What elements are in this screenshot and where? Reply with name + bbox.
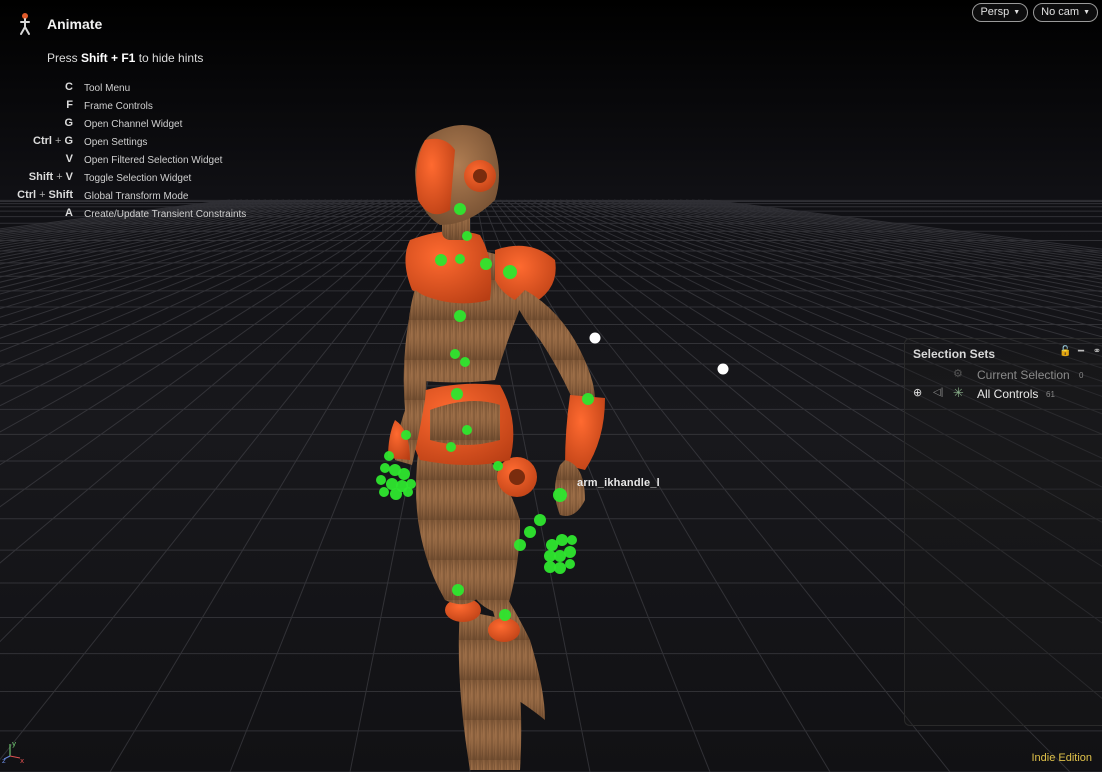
rig-control-point[interactable] xyxy=(398,468,410,480)
axis-gizmo: y x z xyxy=(2,740,24,764)
selection-set-count: 0 xyxy=(1079,371,1084,380)
rig-control-point[interactable] xyxy=(524,526,536,538)
all-controls-icon: ✳ xyxy=(953,385,964,400)
rig-control-point[interactable] xyxy=(454,203,466,215)
rig-control-point[interactable] xyxy=(556,534,568,546)
rig-control-point[interactable] xyxy=(503,265,517,279)
hotkey-key: G xyxy=(64,135,73,147)
hotkey-key: Ctrl xyxy=(33,135,52,147)
rig-control-point[interactable] xyxy=(455,254,465,264)
hotkey-description: Tool Menu xyxy=(84,83,131,94)
rig-control-point[interactable] xyxy=(376,475,386,485)
hotkey-key: V xyxy=(65,171,73,183)
camera-menu-label: No cam xyxy=(1041,6,1080,18)
rig-control-point[interactable] xyxy=(379,487,389,497)
rig-control-point[interactable] xyxy=(462,425,472,435)
selection-set-row-all-controls[interactable]: ⊕ ◁| ✳ All Controls 61 xyxy=(905,385,1102,403)
hotkey-key: F xyxy=(66,99,73,111)
selection-set-count: 61 xyxy=(1046,390,1055,399)
tool-title: Animate xyxy=(47,16,103,32)
hotkey-keys: F xyxy=(0,99,73,111)
ik-handle-label: arm_ikhandle_l xyxy=(577,477,660,489)
rig-control-point[interactable] xyxy=(514,539,526,551)
rig-control-point[interactable] xyxy=(380,463,390,473)
rig-control-point[interactable] xyxy=(403,487,413,497)
rig-control-point[interactable] xyxy=(462,231,472,241)
rig-control-point[interactable] xyxy=(564,546,576,558)
rig-control-point[interactable] xyxy=(565,559,575,569)
link-icon[interactable]: ⚭ xyxy=(1091,346,1102,358)
camera-menu-button[interactable]: No cam ▼ xyxy=(1033,3,1098,22)
hotkey-description: Frame Controls xyxy=(84,101,153,112)
hotkey-key: Shift xyxy=(48,189,73,201)
hotkey-key: C xyxy=(65,81,73,93)
hints-intro: Press Shift + F1 to hide hints xyxy=(47,51,203,65)
hotkey-description: Open Settings xyxy=(84,137,148,148)
axis-x-label: x xyxy=(20,757,24,764)
hotkey-keys: A xyxy=(0,207,73,219)
hotkey-description: Create/Update Transient Constraints xyxy=(84,209,247,220)
hotkey-keys: G xyxy=(0,117,73,129)
hotkey-description: Global Transform Mode xyxy=(84,191,189,202)
selection-sets-title: Selection Sets xyxy=(913,347,996,361)
hotkey-key: V xyxy=(65,153,73,165)
axis-z-label: z xyxy=(2,757,6,764)
lock-icon[interactable]: 🔓 xyxy=(1059,346,1071,358)
selection-set-label: All Controls xyxy=(977,387,1039,401)
rig-control-point[interactable] xyxy=(553,488,567,502)
add-icon[interactable]: ⊕ xyxy=(913,386,922,399)
chevron-down-icon: ▼ xyxy=(1083,8,1090,16)
hotkey-key: A xyxy=(65,207,73,219)
rig-control-point[interactable] xyxy=(567,535,577,545)
selection-sets-toolbar: 🔓 ━ ⚭ xyxy=(1059,346,1102,358)
hotkey-keys: V xyxy=(0,153,73,165)
selection-set-row-current[interactable]: ⚙ Current Selection 0 xyxy=(905,366,1102,384)
hotkey-key: Shift xyxy=(28,171,54,183)
camera-controls: Persp ▼ No cam ▼ xyxy=(972,3,1098,22)
visibility-icon[interactable]: ◁| xyxy=(933,387,943,398)
hotkey-key: Ctrl xyxy=(17,189,37,201)
selection-set-label: Current Selection xyxy=(977,368,1070,382)
rig-control-point[interactable] xyxy=(554,562,566,574)
edition-label: Indie Edition xyxy=(1031,752,1092,764)
hotkey-description: Open Filtered Selection Widget xyxy=(84,155,223,166)
chevron-down-icon: ▼ xyxy=(1013,8,1021,16)
selection-sets-panel: Selection Sets 🔓 ━ ⚭ ⚙ Current Selection… xyxy=(904,338,1102,726)
hotkey-keys: C xyxy=(0,81,73,93)
hotkey-keys: Shift + V xyxy=(28,171,73,183)
selection-set-icon: ⚙ xyxy=(953,368,963,380)
view-menu-label: Persp xyxy=(980,6,1010,18)
axis-y-label: y xyxy=(12,740,16,748)
rig-control-point[interactable] xyxy=(446,442,456,452)
rig-control-point[interactable] xyxy=(452,584,464,596)
rig-control-point[interactable] xyxy=(450,349,460,359)
rig-control-point[interactable] xyxy=(582,393,594,405)
puppet-figure-icon xyxy=(20,13,30,35)
rig-control-point[interactable] xyxy=(460,357,470,367)
rig-control-point[interactable] xyxy=(384,451,394,461)
view-menu-button[interactable]: Persp ▼ xyxy=(972,3,1029,22)
rig-control-point[interactable] xyxy=(480,258,492,270)
hints-intro-prefix: Press xyxy=(47,51,82,65)
hotkey-keys: Ctrl + Shift xyxy=(17,189,73,201)
rig-control-point[interactable] xyxy=(454,310,466,322)
rig-control-point[interactable] xyxy=(534,514,546,526)
hotkey-description: Toggle Selection Widget xyxy=(84,173,192,184)
hints-intro-suffix: to hide hints xyxy=(135,51,204,65)
hotkey-description: Open Channel Widget xyxy=(84,119,183,130)
hotkey-key: G xyxy=(64,117,73,129)
ik-target-handle[interactable] xyxy=(717,363,729,375)
rig-control-point[interactable] xyxy=(390,488,402,500)
rig-control-point[interactable] xyxy=(451,388,463,400)
ik-pole-handle[interactable] xyxy=(589,332,601,344)
hints-intro-keys: Shift + F1 xyxy=(81,51,136,65)
rig-control-point[interactable] xyxy=(493,461,503,471)
minus-icon[interactable]: ━ xyxy=(1075,346,1087,358)
hotkey-keys: Ctrl + G xyxy=(33,135,73,147)
tool-header: Animate xyxy=(14,12,102,36)
rig-control-point[interactable] xyxy=(401,430,411,440)
rig-control-point[interactable] xyxy=(435,254,447,266)
rig-control-point[interactable] xyxy=(499,609,511,621)
